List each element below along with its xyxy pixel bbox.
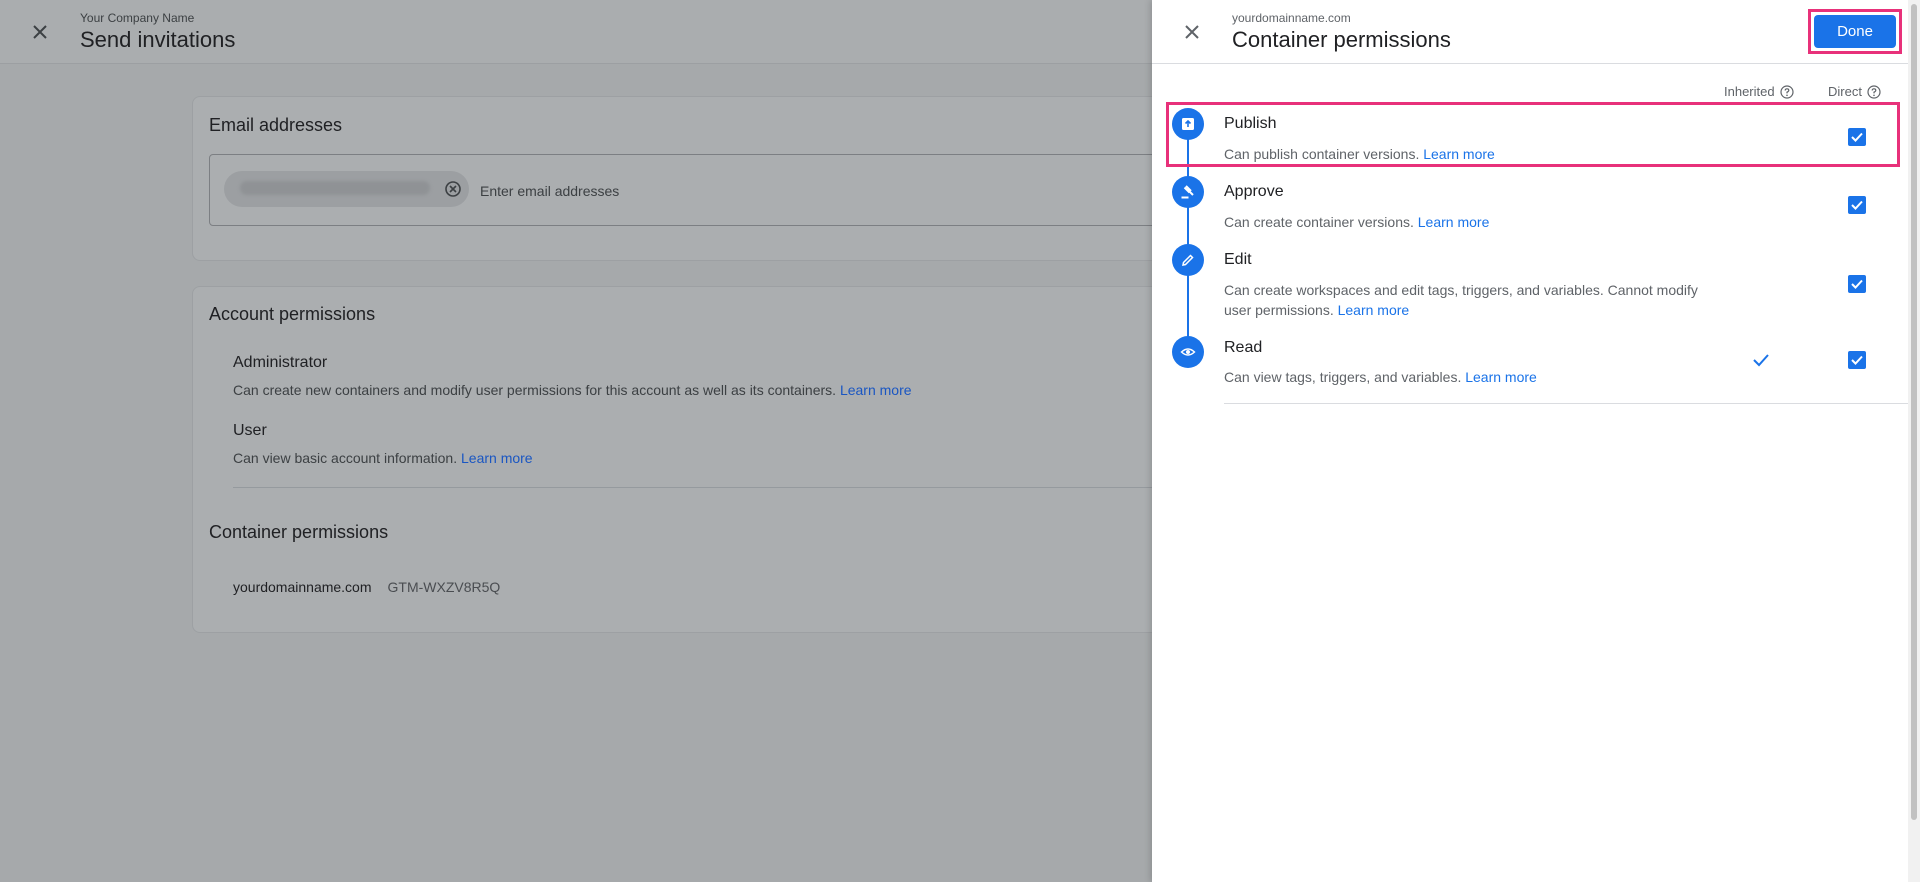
- email-chip[interactable]: [224, 171, 469, 207]
- page-title: Send invitations: [80, 27, 236, 52]
- panel-title: Container permissions: [1232, 27, 1451, 52]
- permission-description: Can create workspaces and edit tags, tri…: [1224, 282, 1698, 318]
- email-chip-text: [240, 181, 430, 195]
- direct-label: Direct: [1828, 84, 1862, 99]
- direct-checkbox-read[interactable]: [1848, 351, 1866, 369]
- divider: [1224, 403, 1920, 404]
- help-icon[interactable]: [1779, 84, 1794, 99]
- learn-more-link[interactable]: Learn more: [1418, 214, 1490, 230]
- container-permissions-title: Container permissions: [209, 522, 389, 542]
- permission-title: Edit: [1224, 251, 1252, 268]
- scroll-thumb[interactable]: [1911, 4, 1917, 820]
- remove-chip-icon[interactable]: [444, 180, 462, 198]
- gavel-icon: [1172, 176, 1204, 208]
- container-id: GTM-WXZV8R5Q: [387, 579, 501, 595]
- publish-highlight-box: [1166, 102, 1900, 167]
- permission-description: Can view tags, triggers, and variables. …: [1224, 369, 1537, 385]
- eye-icon: [1172, 336, 1204, 368]
- role-description: Can view basic account information. Lear…: [233, 450, 533, 466]
- permission-title: Read: [1224, 339, 1263, 356]
- role-user[interactable]: User Can view basic account information.…: [233, 422, 533, 466]
- help-icon[interactable]: [1867, 84, 1881, 99]
- container-domain: yourdomainname.com: [1232, 11, 1351, 25]
- inherited-label: Inherited: [1724, 84, 1775, 99]
- direct-checkbox-approve[interactable]: [1848, 196, 1866, 214]
- learn-more-link[interactable]: Learn more: [461, 450, 533, 466]
- card-title: Account permissions: [209, 304, 376, 324]
- role-description: Can create new containers and modify use…: [233, 382, 912, 398]
- container-row[interactable]: yourdomainname.com GTM-WXZV8R5Q: [233, 579, 500, 595]
- panel-header: yourdomainname.com Container permissions…: [1152, 0, 1920, 64]
- inherited-check-icon: [1751, 350, 1771, 370]
- pencil-icon: [1172, 244, 1204, 276]
- direct-column-header: Direct: [1828, 84, 1881, 99]
- close-icon[interactable]: [28, 20, 52, 44]
- direct-checkbox-edit[interactable]: [1848, 275, 1866, 293]
- scrollbar[interactable]: [1908, 0, 1920, 882]
- role-title: Administrator: [233, 354, 328, 371]
- inherited-column-header: Inherited: [1724, 84, 1794, 99]
- close-icon[interactable]: [1180, 20, 1204, 44]
- container-name: yourdomainname.com: [233, 579, 372, 595]
- role-title: User: [233, 422, 267, 439]
- permission-description: Can create container versions. Learn mor…: [1224, 214, 1490, 230]
- done-button[interactable]: Done: [1814, 15, 1896, 48]
- learn-more-link[interactable]: Learn more: [1465, 369, 1537, 385]
- learn-more-link[interactable]: Learn more: [840, 382, 912, 398]
- account-name: Your Company Name: [80, 11, 195, 25]
- role-administrator[interactable]: Administrator Can create new containers …: [233, 354, 912, 398]
- card-title: Email addresses: [209, 115, 343, 135]
- container-permissions-panel: yourdomainname.com Container permissions…: [1152, 0, 1920, 882]
- permission-title: Approve: [1224, 183, 1284, 200]
- learn-more-link[interactable]: Learn more: [1338, 302, 1410, 318]
- email-input-placeholder[interactable]: Enter email addresses: [480, 183, 619, 199]
